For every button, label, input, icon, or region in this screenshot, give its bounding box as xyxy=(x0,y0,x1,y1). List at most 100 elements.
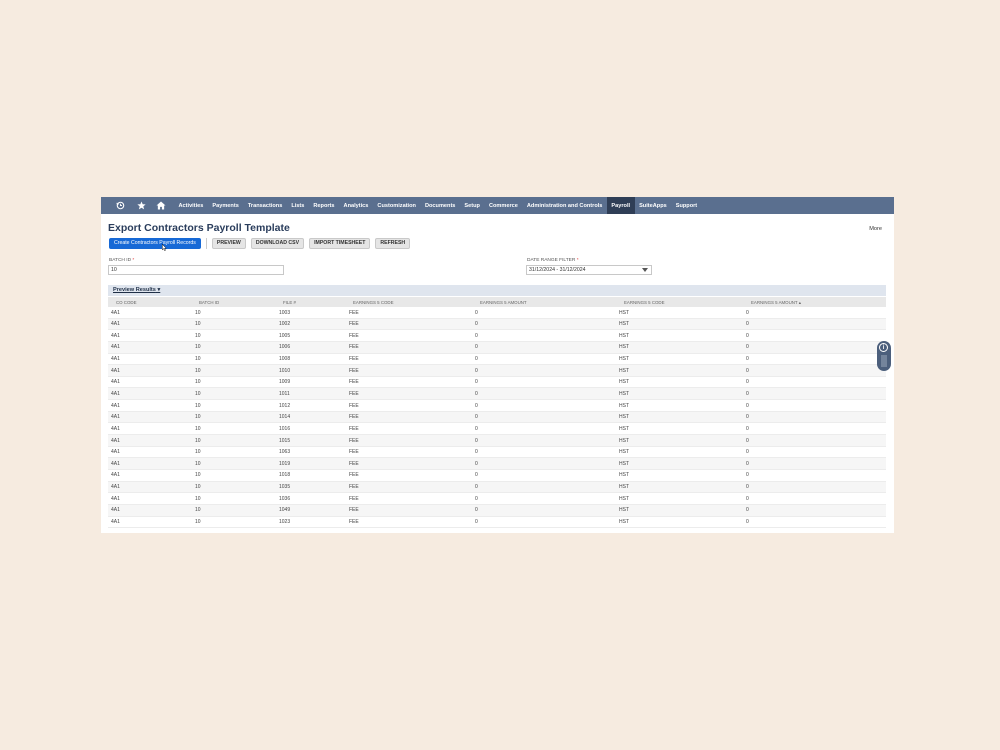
table-cell: 10 xyxy=(195,449,201,456)
table-row[interactable]: 4A1 10 1063 FEE 0 HST 0 xyxy=(108,447,886,459)
table-row[interactable]: 4A1 10 1049 FEE 0 HST 0 xyxy=(108,504,886,517)
nav-commerce[interactable]: Commerce xyxy=(484,197,522,214)
table-row[interactable]: 4A1 10 1018 FEE 0 HST 0 xyxy=(108,470,886,482)
table-cell: 0 xyxy=(475,321,478,328)
table-cell: 0 xyxy=(475,367,478,374)
table-cell: 1019 xyxy=(279,460,291,467)
table-row[interactable]: 4A1 10 1016 FEE 0 HST 0 xyxy=(108,423,886,436)
results-table-body: 4A1 10 1003 FEE 0 HST 0 4A1 10 1002 FEE 0 HST 0 4A1 10 1… xyxy=(108,307,886,529)
table-cell: 0 xyxy=(746,367,749,374)
table-cell: 1036 xyxy=(279,495,291,502)
table-cell: 10 xyxy=(195,402,201,409)
table-cell: 1023 xyxy=(279,519,291,526)
nav-suiteapps[interactable]: SuiteApps xyxy=(635,197,672,214)
nav-activities[interactable]: Activities xyxy=(174,197,208,214)
column-header[interactable]: EARNINGS 5 AMOUNT ▴ xyxy=(751,300,801,306)
table-row[interactable]: 4A1 10 1008 FEE 0 HST 0 xyxy=(108,354,886,366)
more-link[interactable]: More xyxy=(869,226,882,232)
table-cell: HST xyxy=(619,321,629,328)
nav-analytics[interactable]: Analytics xyxy=(339,197,373,214)
date-range-select[interactable]: 31/12/2024 - 31/12/2024 xyxy=(526,265,652,275)
table-row[interactable]: 4A1 10 1010 FEE 0 HST 0 xyxy=(108,365,886,377)
table-cell: 0 xyxy=(475,332,478,339)
table-cell: HST xyxy=(619,309,629,316)
table-cell: 0 xyxy=(746,379,749,386)
toolbar-divider xyxy=(205,237,207,249)
table-row[interactable]: 4A1 10 1002 FEE 0 HST 0 xyxy=(108,318,886,331)
nav-lists[interactable]: Lists xyxy=(287,197,309,214)
table-cell: 0 xyxy=(475,414,478,421)
table-cell: 4A1 xyxy=(111,495,120,502)
table-cell: FEE xyxy=(349,309,359,316)
nav-payments[interactable]: Payments xyxy=(208,197,243,214)
table-cell: 1014 xyxy=(279,414,291,421)
table-cell: FEE xyxy=(349,321,359,328)
table-row[interactable]: 4A1 10 1012 FEE 0 HST 0 xyxy=(108,400,886,412)
table-cell: HST xyxy=(619,472,629,479)
column-header[interactable]: EARNINGS 5 AMOUNT xyxy=(480,300,527,305)
nav-reports[interactable]: Reports xyxy=(309,197,339,214)
column-header[interactable]: EARNINGS 5 CODE xyxy=(624,300,665,305)
table-cell: FEE xyxy=(349,472,359,479)
import-timesheet-button[interactable]: IMPORT TIMESHEET xyxy=(309,237,371,249)
preview-results-header: Preview Results ▾ xyxy=(108,285,886,296)
side-help-widget[interactable]: i xyxy=(877,341,891,371)
download-csv-button[interactable]: DOWNLOAD CSV xyxy=(250,237,305,249)
nav-setup[interactable]: Setup xyxy=(460,197,485,214)
page-title: Export Contractors Payroll Template xyxy=(108,222,290,234)
table-cell: 1018 xyxy=(279,472,291,479)
recent-icon[interactable] xyxy=(109,197,131,214)
table-cell: 0 xyxy=(475,356,478,363)
table-cell: 1063 xyxy=(279,449,291,456)
nav-transactions[interactable]: Transactions xyxy=(243,197,287,214)
info-icon[interactable]: i xyxy=(879,343,888,352)
nav-administration[interactable]: Administration and Controls xyxy=(522,197,607,214)
table-cell: 4A1 xyxy=(111,437,120,444)
table-cell: 4A1 xyxy=(111,472,120,479)
date-range-label: DATE RANGE FILTER * xyxy=(527,258,579,263)
table-cell: FEE xyxy=(349,460,359,467)
table-row[interactable]: 4A1 10 1005 FEE 0 HST 0 xyxy=(108,330,886,342)
table-cell: 0 xyxy=(746,425,749,432)
column-header[interactable]: FILE # xyxy=(283,300,296,305)
home-icon[interactable] xyxy=(151,197,171,214)
table-cell: 10 xyxy=(195,309,201,316)
table-row[interactable]: 4A1 10 1019 FEE 0 HST 0 xyxy=(108,458,886,470)
star-icon[interactable] xyxy=(131,197,151,214)
table-row[interactable]: 4A1 10 1011 FEE 0 HST 0 xyxy=(108,388,886,401)
column-header[interactable]: CO CODE xyxy=(116,300,137,305)
table-cell: FEE xyxy=(349,507,359,514)
column-header[interactable]: EARNINGS 5 CODE xyxy=(353,300,394,305)
nav-payroll[interactable]: Payroll xyxy=(606,197,635,214)
grip-icon[interactable] xyxy=(881,355,887,367)
nav-documents[interactable]: Documents xyxy=(420,197,459,214)
table-row[interactable]: 4A1 10 1035 FEE 0 HST 0 xyxy=(108,481,886,494)
table-cell: 4A1 xyxy=(111,460,120,467)
table-row[interactable]: 4A1 10 1036 FEE 0 HST 0 xyxy=(108,493,886,505)
nav-support[interactable]: Support xyxy=(671,197,701,214)
table-row[interactable]: 4A1 10 1023 FEE 0 HST 0 xyxy=(108,517,886,529)
table-row[interactable]: 4A1 10 1003 FEE 0 HST 0 xyxy=(108,307,886,319)
table-cell: 10 xyxy=(195,437,201,444)
table-cell: HST xyxy=(619,414,629,421)
table-cell: 0 xyxy=(475,519,478,526)
table-cell: 4A1 xyxy=(111,390,120,397)
table-cell: HST xyxy=(619,356,629,363)
batch-id-field[interactable]: 10 xyxy=(108,265,284,275)
date-range-value: 31/12/2024 - 31/12/2024 xyxy=(529,267,586,273)
table-cell: 4A1 xyxy=(111,425,120,432)
table-cell: 0 xyxy=(475,309,478,316)
create-payroll-records-button[interactable]: Create Contractors Payroll Records xyxy=(109,237,201,249)
table-row[interactable]: 4A1 10 1014 FEE 0 HST 0 xyxy=(108,411,886,424)
preview-button[interactable]: PREVIEW xyxy=(211,237,246,249)
table-row[interactable]: 4A1 10 1009 FEE 0 HST 0 xyxy=(108,377,886,389)
column-header[interactable]: BATCH ID xyxy=(199,300,219,305)
refresh-button[interactable]: REFRESH xyxy=(375,237,411,249)
table-cell: 0 xyxy=(746,472,749,479)
table-row[interactable]: 4A1 10 1015 FEE 0 HST 0 xyxy=(108,435,886,447)
nav-customization[interactable]: Customization xyxy=(373,197,421,214)
table-cell: 10 xyxy=(195,519,201,526)
preview-results-title[interactable]: Preview Results ▾ xyxy=(113,287,160,293)
table-cell: HST xyxy=(619,460,629,467)
table-row[interactable]: 4A1 10 1006 FEE 0 HST 0 xyxy=(108,341,886,354)
